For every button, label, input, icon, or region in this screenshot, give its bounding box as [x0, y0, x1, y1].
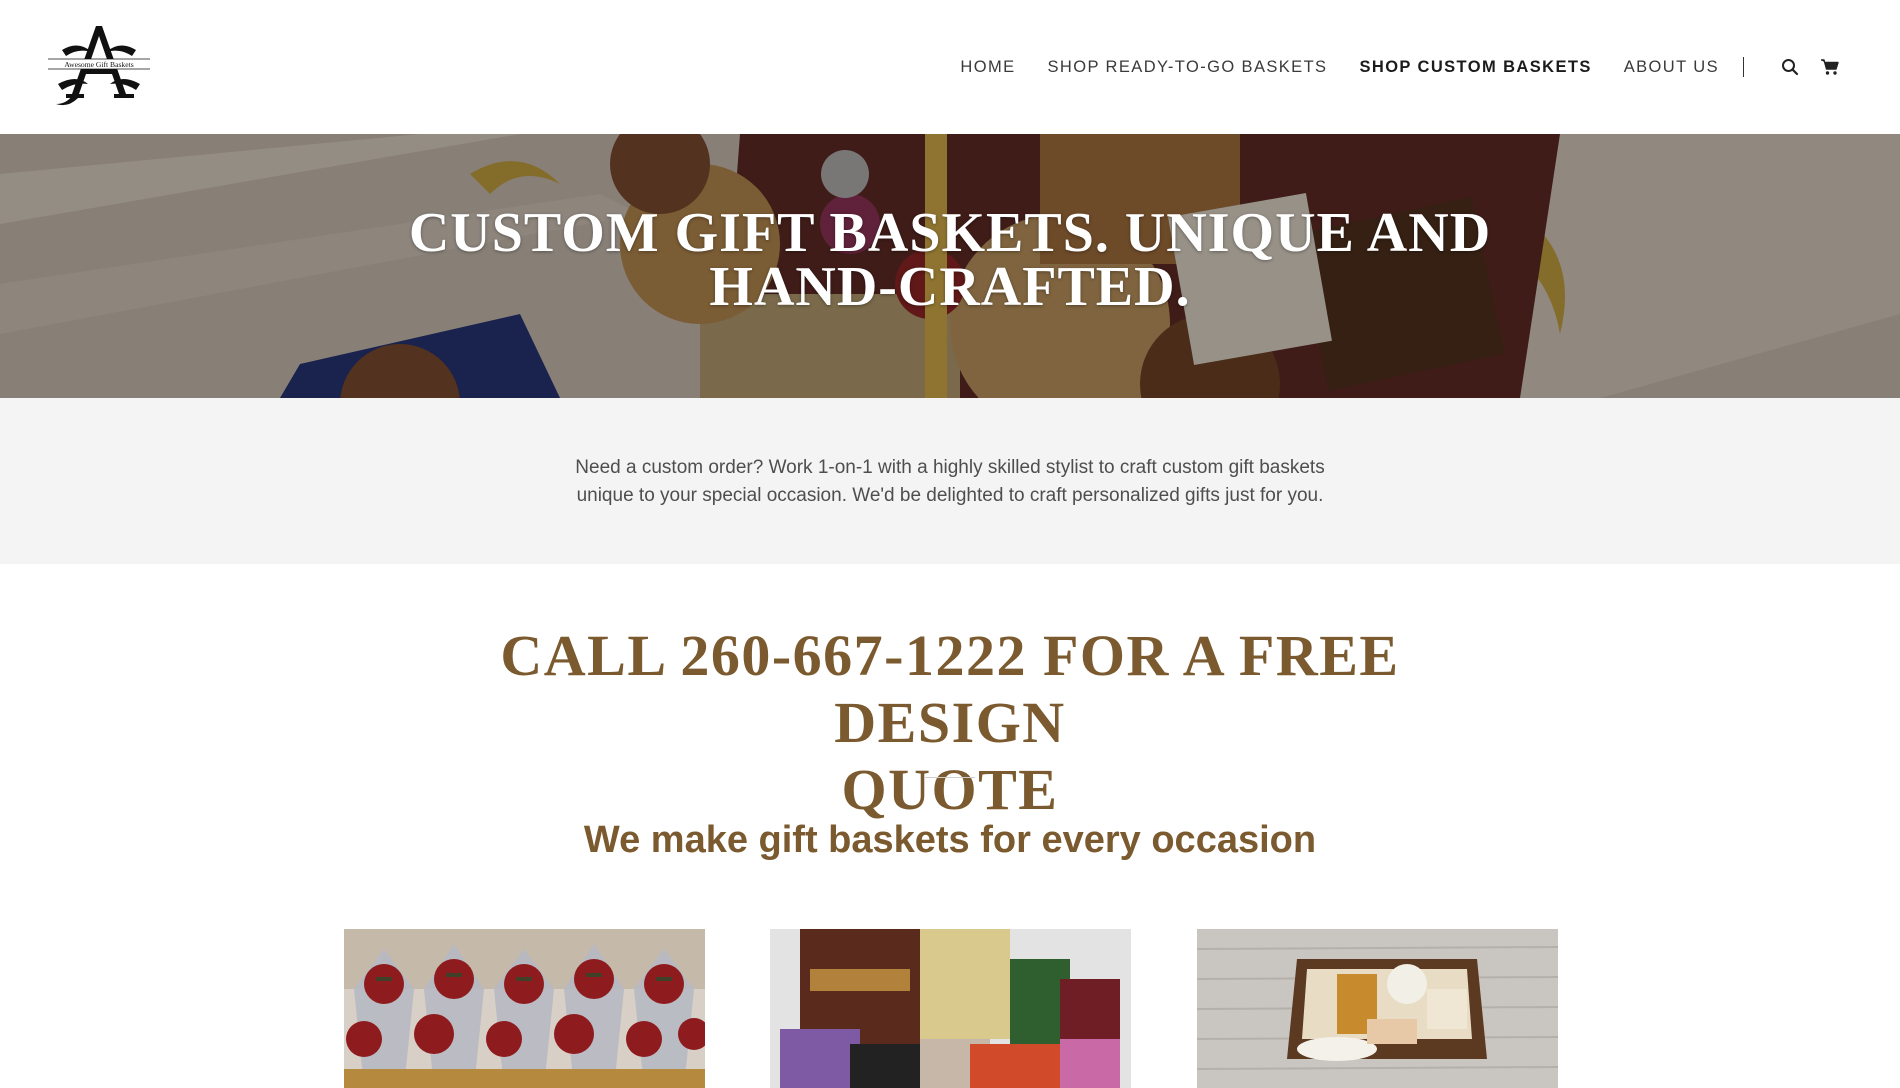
- intro-line-1: Need a custom order? Work 1-on-1 with a …: [575, 457, 1325, 478]
- occasion-subtitle: We make gift baskets for every occasion: [583, 819, 1317, 861]
- intro-line-2: unique to your special occasion. We'd be…: [576, 485, 1324, 506]
- cta-line-2: QUOTE: [841, 757, 1059, 822]
- nav-about-us[interactable]: ABOUT US: [1624, 58, 1719, 77]
- intro-section: Need a custom order? Work 1-on-1 with a …: [0, 398, 1900, 564]
- hero-banner: CUSTOM GIFT BASKETS. UNIQUE AND HAND-CRA…: [0, 134, 1900, 398]
- section-divider: [925, 777, 975, 778]
- plaid-bow-baskets-photo[interactable]: [344, 929, 705, 1088]
- cta-line-1: CALL 260-667-1222 FOR A FREE DESIGN: [500, 623, 1400, 755]
- logo-text: Awesome Gift Baskets: [64, 60, 133, 69]
- main-navigation: HOME SHOP READY-TO-GO BASKETS SHOP CUSTO…: [928, 0, 1900, 134]
- tea-and-snacks-photo[interactable]: [770, 929, 1131, 1088]
- logo-monogram-icon: Awesome Gift Baskets: [48, 26, 150, 106]
- hero-title-line-1: CUSTOM GIFT BASKETS. UNIQUE AND: [408, 202, 1492, 264]
- nav-shop-custom[interactable]: SHOP CUSTOM BASKETS: [1359, 58, 1591, 77]
- brand-logo[interactable]: Awesome Gift Baskets: [48, 22, 150, 110]
- nav-separator: [1743, 57, 1744, 77]
- cart-icon[interactable]: [1818, 55, 1842, 79]
- intro-text: Need a custom order? Work 1-on-1 with a …: [540, 454, 1360, 510]
- hero-title: CUSTOM GIFT BASKETS. UNIQUE AND HAND-CRA…: [350, 205, 1550, 315]
- hero-title-line-2: HAND-CRAFTED.: [709, 256, 1191, 318]
- nav-home[interactable]: HOME: [960, 58, 1015, 77]
- nav-shop-ready-to-go[interactable]: SHOP READY-TO-GO BASKETS: [1048, 58, 1328, 77]
- site-header: Awesome Gift Baskets HOME SHOP READY-TO-…: [0, 0, 1900, 134]
- search-icon[interactable]: [1778, 55, 1802, 79]
- cta-heading: CALL 260-667-1222 FOR A FREE DESIGN QUOT…: [390, 622, 1510, 823]
- spa-basket-photo[interactable]: [1197, 929, 1558, 1088]
